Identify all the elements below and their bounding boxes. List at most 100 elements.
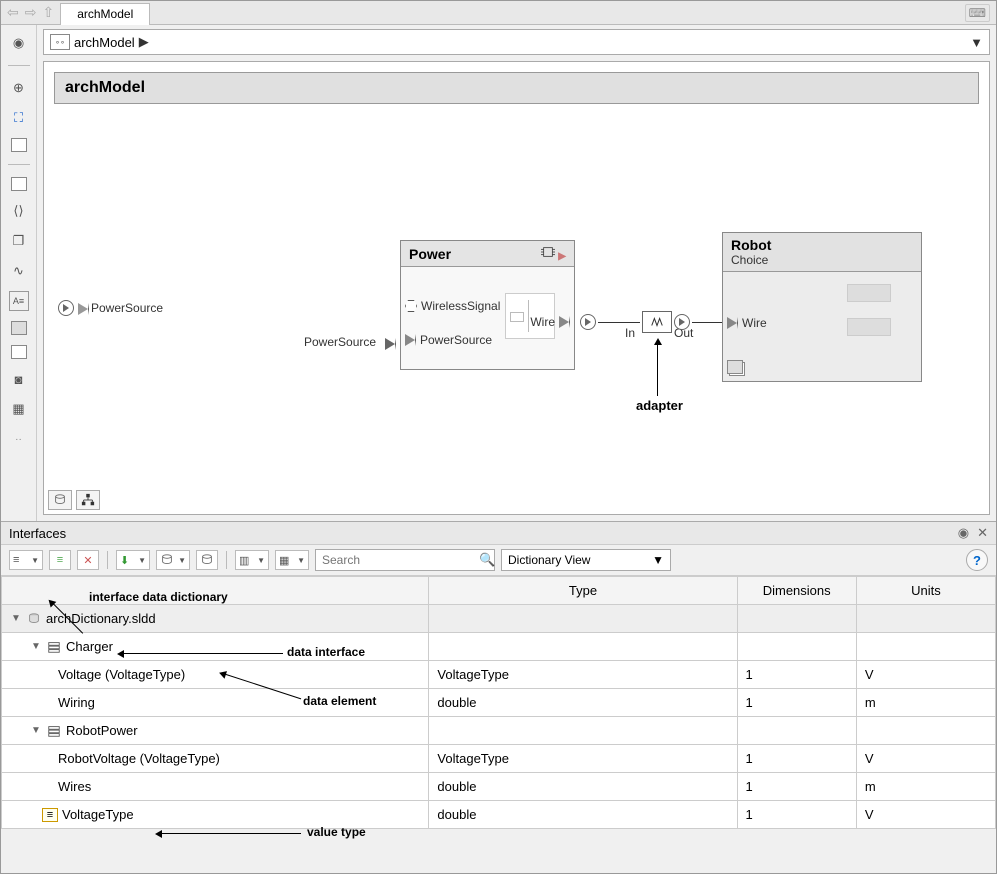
row-name: Charger bbox=[66, 639, 113, 654]
canvas-area: ∘∘ archModel ▶ ▼ archModel PowerSource P… bbox=[37, 25, 996, 521]
tri-port-icon bbox=[727, 317, 738, 329]
root-port-label: PowerSource bbox=[91, 301, 163, 315]
adapter-block[interactable] bbox=[642, 311, 672, 333]
db-link-btn[interactable]: ▼ bbox=[156, 550, 190, 570]
table-row[interactable]: ▼ RobotPower bbox=[2, 717, 996, 745]
robot-block-subtitle: Choice bbox=[731, 253, 768, 267]
row-dims: 1 bbox=[737, 689, 856, 717]
subsystem-icon bbox=[729, 362, 745, 376]
power-out-port[interactable] bbox=[580, 314, 596, 330]
row-dims: 1 bbox=[737, 801, 856, 829]
col-name[interactable] bbox=[2, 577, 429, 605]
tri-port-icon bbox=[405, 334, 416, 346]
row-type: VoltageType bbox=[429, 661, 737, 689]
col-units[interactable]: Units bbox=[856, 577, 995, 605]
row-units: m bbox=[856, 689, 995, 717]
panel-close-icon[interactable]: ✕ bbox=[977, 525, 988, 541]
text-icon[interactable]: A≡ bbox=[9, 291, 29, 311]
model-icon: ∘∘ bbox=[50, 34, 70, 50]
robot-block[interactable]: Robot Choice Wire bbox=[722, 232, 922, 382]
columns-btn[interactable]: ▦▼ bbox=[275, 550, 309, 570]
table-row[interactable]: RobotVoltage (VoltageType) VoltageType 1… bbox=[2, 745, 996, 773]
table-row[interactable]: Wiring double 1 m bbox=[2, 689, 996, 717]
root-port[interactable] bbox=[58, 300, 74, 316]
col-dims[interactable]: Dimensions bbox=[737, 577, 856, 605]
row-units: m bbox=[856, 773, 995, 801]
back-icon[interactable]: ⇦ bbox=[7, 4, 19, 21]
keyboard-icon: ⌨ bbox=[965, 4, 990, 22]
more-icon[interactable]: ·· bbox=[9, 429, 29, 449]
search-input[interactable] bbox=[320, 552, 479, 568]
chart-icon[interactable]: ∿ bbox=[9, 261, 29, 281]
row-units: V bbox=[856, 661, 995, 689]
table-row[interactable]: ▼ Charger bbox=[2, 633, 996, 661]
power-block[interactable]: Power ▶ WirelessSignal PowerSource bbox=[400, 240, 575, 370]
col-type[interactable]: Type bbox=[429, 577, 737, 605]
robot-thumb1 bbox=[847, 284, 891, 302]
table-row[interactable]: ≡ VoltageType double 1 V bbox=[2, 801, 996, 829]
expand-icon[interactable]: ▼ bbox=[30, 641, 42, 652]
import-btn[interactable]: ⬇▼ bbox=[116, 550, 150, 570]
search-box[interactable]: 🔍 bbox=[315, 549, 495, 571]
db-icon[interactable] bbox=[48, 490, 72, 510]
row-type bbox=[429, 717, 737, 745]
adapter-annotation: adapter bbox=[636, 398, 683, 413]
row-type bbox=[429, 633, 737, 661]
canvas[interactable]: archModel PowerSource PowerSource Power … bbox=[43, 61, 990, 515]
canvas-footer-icons bbox=[48, 490, 100, 510]
view-select-label: Dictionary View bbox=[508, 553, 590, 567]
tree-icon[interactable] bbox=[76, 490, 100, 510]
image-icon[interactable] bbox=[11, 321, 27, 335]
tool2-icon[interactable] bbox=[11, 345, 27, 359]
new-item-btn[interactable]: ≡ bbox=[49, 550, 71, 570]
collapse-icon[interactable]: ◉ bbox=[9, 33, 29, 53]
fit-icon[interactable]: ⛶ bbox=[9, 108, 29, 128]
row-name: RobotPower bbox=[66, 723, 138, 738]
breadcrumb[interactable]: ∘∘ archModel ▶ ▼ bbox=[43, 29, 990, 55]
table-row[interactable]: ▼ archDictionary.sldd bbox=[2, 605, 996, 633]
camera-icon[interactable]: ◙ bbox=[9, 369, 29, 389]
row-type: VoltageType bbox=[429, 745, 737, 773]
forward-icon[interactable]: ⇨ bbox=[25, 4, 37, 21]
robot-port-wire: Wire bbox=[742, 316, 767, 330]
table-row[interactable]: Wires double 1 m bbox=[2, 773, 996, 801]
expand-icon[interactable]: ▼ bbox=[30, 725, 42, 736]
help-button[interactable]: ? bbox=[966, 549, 988, 571]
tri-port-icon bbox=[559, 316, 570, 328]
annotation-arrow bbox=[161, 833, 301, 834]
row-name: Wires bbox=[58, 779, 91, 794]
interfaces-toolbar: ≡▼ ≡ ✕ ⬇▼ ▼ ▥▼ ▦▼ 🔍 Dictionary View ▼ ? bbox=[1, 544, 996, 576]
row-units bbox=[856, 605, 995, 633]
dropdown-icon: ▼ bbox=[652, 553, 664, 567]
table-header: Type Dimensions Units bbox=[2, 577, 996, 605]
chevron-right-icon: ▶ bbox=[139, 34, 149, 50]
panel-expand-icon[interactable]: ◉ bbox=[958, 525, 969, 541]
up-icon[interactable]: ⇧ bbox=[42, 4, 54, 21]
zoom-icon[interactable]: ⊕ bbox=[9, 78, 29, 98]
breadcrumb-dropdown-icon[interactable]: ▼ bbox=[970, 35, 983, 50]
left-toolbar: ◉ ⊕ ⛶ ⟨⟩ ❐ ∿ A≡ ◙ ▦ ·· bbox=[1, 25, 37, 521]
expand-icon[interactable]: ▼ bbox=[10, 613, 22, 624]
tab-archmodel[interactable]: archModel bbox=[60, 3, 150, 25]
adapter-out-port[interactable] bbox=[674, 314, 690, 330]
powersource-arrow bbox=[385, 338, 396, 350]
row-type: double bbox=[429, 773, 737, 801]
zoom-rect-icon[interactable] bbox=[11, 138, 27, 152]
row-name: RobotVoltage (VoltageType) bbox=[58, 751, 220, 766]
interfaces-table: Type Dimensions Units ▼ archDictionary.s… bbox=[1, 576, 996, 829]
db-btn[interactable] bbox=[196, 550, 218, 570]
code-icon[interactable]: ⟨⟩ bbox=[9, 201, 29, 221]
delete-btn[interactable]: ✕ bbox=[77, 550, 99, 570]
row-units bbox=[856, 717, 995, 745]
filter-btn[interactable]: ▥▼ bbox=[235, 550, 269, 570]
copy-icon[interactable]: ❐ bbox=[9, 231, 29, 251]
table-row[interactable]: Voltage (VoltageType) VoltageType 1 V bbox=[2, 661, 996, 689]
main-area: ◉ ⊕ ⛶ ⟨⟩ ❐ ∿ A≡ ◙ ▦ ·· ∘∘ archModel ▶ ▼ … bbox=[1, 25, 996, 521]
interfaces-panel-title: Interfaces ◉ ✕ bbox=[1, 521, 996, 544]
interfaces-title-text: Interfaces bbox=[9, 526, 66, 541]
tool1-icon[interactable] bbox=[11, 177, 27, 191]
hierarchy-icon[interactable]: ▦ bbox=[9, 399, 29, 419]
row-type: double bbox=[429, 689, 737, 717]
view-select[interactable]: Dictionary View ▼ bbox=[501, 549, 671, 571]
add-interface-btn[interactable]: ≡▼ bbox=[9, 550, 43, 570]
